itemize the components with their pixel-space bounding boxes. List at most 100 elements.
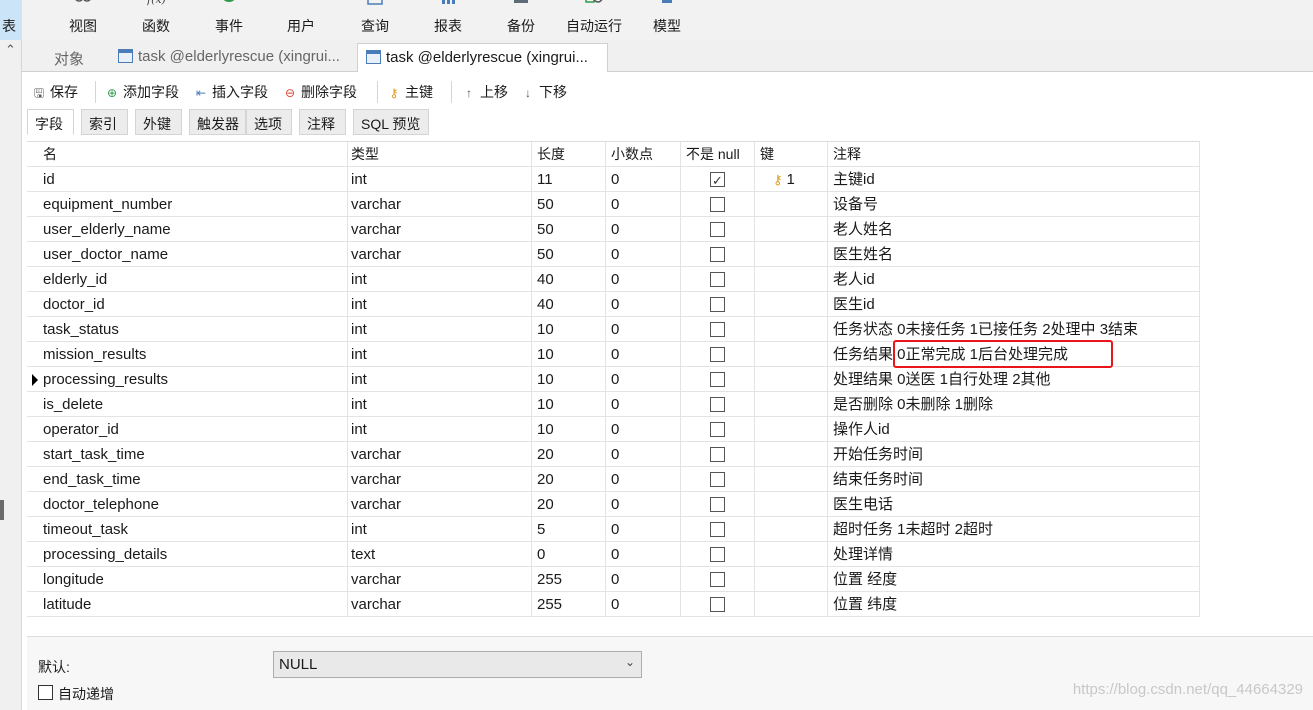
not-null-checkbox[interactable]: [710, 497, 725, 512]
field-key-cell[interactable]: [755, 467, 828, 492]
tab-foreign-keys[interactable]: 外键: [135, 109, 182, 135]
field-type-cell[interactable]: varchar: [346, 217, 532, 242]
field-decimals-cell[interactable]: 0: [606, 317, 681, 342]
table-row[interactable]: doctor_id int 40 0 医生id: [27, 292, 1200, 317]
header-key[interactable]: 键: [755, 142, 828, 167]
field-key-cell[interactable]: [755, 492, 828, 517]
field-decimals-cell[interactable]: 0: [606, 592, 681, 617]
field-name-cell[interactable]: latitude: [38, 592, 348, 617]
field-type-cell[interactable]: varchar: [346, 242, 532, 267]
field-decimals-cell[interactable]: 0: [606, 242, 681, 267]
field-length-cell[interactable]: 50: [532, 192, 606, 217]
ribbon-report-button[interactable]: 报表: [423, 0, 473, 40]
header-decimals[interactable]: 小数点: [606, 142, 681, 167]
field-name-cell[interactable]: user_doctor_name: [38, 242, 348, 267]
field-key-cell[interactable]: [755, 317, 828, 342]
move-down-button[interactable]: ↓ 下移: [521, 82, 567, 102]
field-not-null-cell[interactable]: [681, 317, 755, 342]
field-comment-cell[interactable]: 老人id: [828, 267, 1200, 292]
ribbon-function-button[interactable]: f(x) 函数: [131, 0, 181, 40]
field-comment-cell[interactable]: 老人姓名: [828, 217, 1200, 242]
ribbon-model-button[interactable]: 模型: [642, 0, 692, 40]
not-null-checkbox[interactable]: [710, 597, 725, 612]
not-null-checkbox[interactable]: [710, 272, 725, 287]
field-comment-cell[interactable]: 医生姓名: [828, 242, 1200, 267]
field-name-cell[interactable]: doctor_id: [38, 292, 348, 317]
field-decimals-cell[interactable]: 0: [606, 192, 681, 217]
field-length-cell[interactable]: 10: [532, 342, 606, 367]
field-comment-cell[interactable]: 医生电话: [828, 492, 1200, 517]
not-null-checkbox[interactable]: [710, 522, 725, 537]
field-not-null-cell[interactable]: [681, 467, 755, 492]
field-length-cell[interactable]: 255: [532, 567, 606, 592]
field-comment-cell[interactable]: 处理详情: [828, 542, 1200, 567]
field-not-null-cell[interactable]: [681, 567, 755, 592]
field-comment-cell[interactable]: 结束任务时间: [828, 467, 1200, 492]
field-name-cell[interactable]: operator_id: [38, 417, 348, 442]
table-row[interactable]: id int 11 0 ⚷1 主键id: [27, 167, 1200, 192]
ribbon-table-button[interactable]: 表: [0, 0, 22, 40]
field-key-cell[interactable]: [755, 242, 828, 267]
field-name-cell[interactable]: processing_results: [38, 367, 348, 392]
field-name-cell[interactable]: end_task_time: [38, 467, 348, 492]
field-decimals-cell[interactable]: 0: [606, 542, 681, 567]
field-comment-cell[interactable]: 开始任务时间: [828, 442, 1200, 467]
field-key-cell[interactable]: [755, 267, 828, 292]
field-name-cell[interactable]: mission_results: [38, 342, 348, 367]
table-row[interactable]: elderly_id int 40 0 老人id: [27, 267, 1200, 292]
not-null-checkbox[interactable]: [710, 397, 725, 412]
field-decimals-cell[interactable]: 0: [606, 392, 681, 417]
tab-sql-preview[interactable]: SQL 预览: [353, 109, 429, 135]
field-comment-cell[interactable]: 操作人id: [828, 417, 1200, 442]
auto-increment-checkbox[interactable]: [38, 685, 53, 700]
field-not-null-cell[interactable]: [681, 592, 755, 617]
field-name-cell[interactable]: elderly_id: [38, 267, 348, 292]
table-row[interactable]: timeout_task int 5 0 超时任务 1未超时 2超时: [27, 517, 1200, 542]
field-length-cell[interactable]: 50: [532, 242, 606, 267]
field-not-null-cell[interactable]: [681, 292, 755, 317]
field-length-cell[interactable]: 11: [532, 167, 606, 192]
not-null-checkbox[interactable]: [710, 322, 725, 337]
field-length-cell[interactable]: 10: [532, 392, 606, 417]
field-name-cell[interactable]: processing_details: [38, 542, 348, 567]
field-name-cell[interactable]: longitude: [38, 567, 348, 592]
table-row[interactable]: doctor_telephone varchar 20 0 医生电话: [27, 492, 1200, 517]
field-length-cell[interactable]: 10: [532, 367, 606, 392]
field-not-null-cell[interactable]: [681, 242, 755, 267]
field-length-cell[interactable]: 40: [532, 267, 606, 292]
primary-key-button[interactable]: ⚷ 主键: [387, 82, 433, 102]
field-length-cell[interactable]: 40: [532, 292, 606, 317]
field-type-cell[interactable]: varchar: [346, 567, 532, 592]
field-not-null-cell[interactable]: [681, 492, 755, 517]
field-decimals-cell[interactable]: 0: [606, 567, 681, 592]
table-row[interactable]: task_status int 10 0 任务状态 0未接任务 1已接任务 2处理中 3…: [27, 317, 1200, 342]
field-name-cell[interactable]: timeout_task: [38, 517, 348, 542]
field-key-cell[interactable]: [755, 292, 828, 317]
tab-comment[interactable]: 注释: [299, 109, 346, 135]
tab-task-table-design[interactable]: task @elderlyrescue (xingrui...: [357, 43, 608, 72]
field-not-null-cell[interactable]: [681, 192, 755, 217]
field-type-cell[interactable]: int: [346, 517, 532, 542]
field-decimals-cell[interactable]: 0: [606, 467, 681, 492]
field-decimals-cell[interactable]: 0: [606, 442, 681, 467]
field-key-cell[interactable]: [755, 517, 828, 542]
field-length-cell[interactable]: 0: [532, 542, 606, 567]
field-decimals-cell[interactable]: 0: [606, 292, 681, 317]
not-null-checkbox[interactable]: [710, 247, 725, 262]
field-key-cell[interactable]: [755, 442, 828, 467]
table-row[interactable]: user_elderly_name varchar 50 0 老人姓名: [27, 217, 1200, 242]
not-null-checkbox[interactable]: [710, 547, 725, 562]
field-comment-cell[interactable]: 是否删除 0未删除 1删除: [828, 392, 1200, 417]
field-name-cell[interactable]: is_delete: [38, 392, 348, 417]
ribbon-query-button[interactable]: 查询: [350, 0, 400, 40]
field-name-cell[interactable]: start_task_time: [38, 442, 348, 467]
field-not-null-cell[interactable]: [681, 417, 755, 442]
table-row[interactable]: processing_results int 10 0 处理结果 0送医 1自行处理 2…: [27, 367, 1200, 392]
save-button[interactable]: 🖫 保存: [32, 82, 78, 105]
tab-triggers[interactable]: 触发器: [189, 109, 246, 135]
field-length-cell[interactable]: 20: [532, 492, 606, 517]
field-length-cell[interactable]: 255: [532, 592, 606, 617]
not-null-checkbox[interactable]: [710, 168, 725, 192]
not-null-checkbox[interactable]: [710, 372, 725, 387]
field-decimals-cell[interactable]: 0: [606, 342, 681, 367]
